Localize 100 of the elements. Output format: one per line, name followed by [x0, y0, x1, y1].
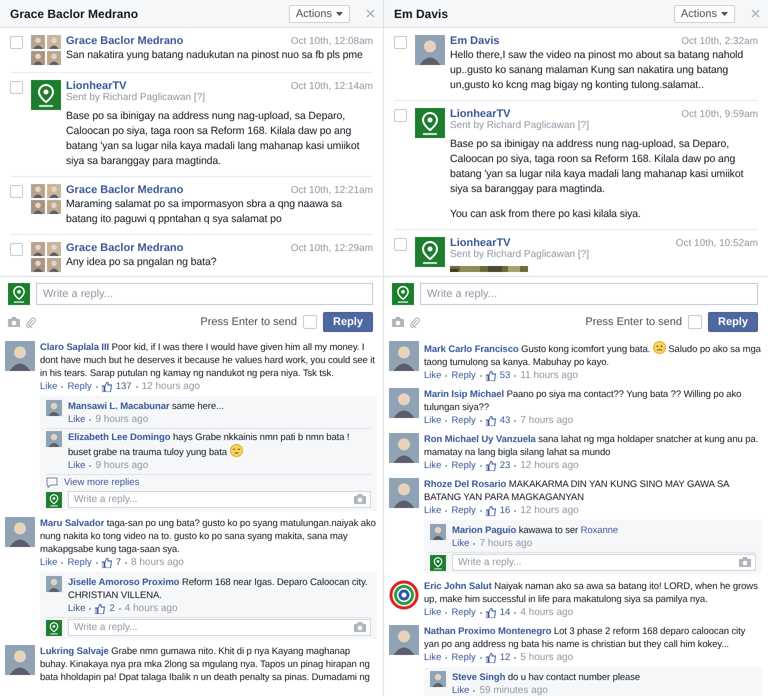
conversation-title: Grace Baclor Medrano: [10, 6, 140, 20]
avatar: [389, 580, 419, 610]
author-link[interactable]: Marion Paguio: [452, 525, 516, 536]
author-link[interactable]: Mansawi L. Macabunar: [68, 401, 170, 412]
actions-button[interactable]: Actions: [674, 4, 735, 22]
camera-icon[interactable]: [354, 494, 366, 504]
reply-input[interactable]: Write a reply...: [420, 283, 758, 305]
page-avatar: [430, 554, 446, 570]
author-link[interactable]: Rhoze Del Rosario: [424, 479, 506, 490]
like-count[interactable]: 43: [500, 414, 510, 427]
message-checkbox[interactable]: [394, 109, 407, 122]
message-checkbox[interactable]: [394, 36, 407, 49]
avatar: [389, 388, 419, 418]
mention-link[interactable]: Roxanne: [580, 525, 618, 536]
enter-to-send-checkbox[interactable]: [303, 315, 318, 329]
like-count[interactable]: 23: [500, 459, 510, 472]
author-link[interactable]: Maru Salvador: [40, 518, 104, 529]
paperclip-icon[interactable]: [410, 316, 420, 328]
sender-name[interactable]: LionhearTV: [66, 80, 127, 92]
reply-link[interactable]: Reply: [451, 369, 476, 382]
sender-name[interactable]: Em Davis: [450, 35, 500, 47]
like-link[interactable]: Like: [68, 459, 86, 472]
like-count[interactable]: 7: [116, 556, 122, 569]
sender-name[interactable]: Grace Baclor Medrano: [66, 35, 184, 47]
reply-link[interactable]: Reply: [451, 414, 476, 427]
like-link[interactable]: Like: [40, 380, 58, 393]
sender-name[interactable]: Grace Baclor Medrano: [66, 184, 184, 196]
like-link[interactable]: Like: [424, 606, 442, 619]
reply-link[interactable]: Reply: [67, 380, 92, 393]
message-checkbox[interactable]: [10, 243, 23, 256]
message-time: Oct 10th, 12:14am: [290, 81, 373, 92]
comment-time: 59 minutes ago: [479, 684, 548, 696]
like-link[interactable]: Like: [68, 602, 86, 615]
reply-field[interactable]: Write a reply...: [68, 619, 371, 636]
sender-name[interactable]: LionhearTV: [450, 108, 511, 120]
like-count[interactable]: 14: [500, 606, 510, 619]
reply-link[interactable]: Reply: [451, 651, 476, 664]
camera-icon[interactable]: [739, 557, 751, 567]
like-count[interactable]: 2: [109, 602, 115, 615]
camera-icon[interactable]: [8, 317, 20, 327]
message-checkbox[interactable]: [10, 185, 23, 198]
enter-to-send-checkbox[interactable]: [688, 315, 702, 329]
reply-field[interactable]: Write a reply...: [68, 491, 371, 508]
message-text: Base po sa ibinigay na address nung nag-upload, sa Deparo, Caloocan po siya, taga roon sa Reform 168. Kilala daw po ang batang 'yan sa lugar nila kaya madali lang mahanap kasi umiikot siya sa baranggay para magtinda.: [450, 137, 744, 197]
like-link[interactable]: Like: [424, 504, 442, 517]
send-hint: Press Enter to send: [200, 316, 298, 328]
like-count[interactable]: 12: [500, 651, 510, 664]
actions-button[interactable]: Actions: [288, 4, 350, 22]
message-text: You can ask from there po kasi kilala siya.: [450, 207, 642, 222]
message-time: Oct 10th, 10:52am: [676, 238, 758, 249]
author-link[interactable]: Claro Saplala III: [40, 342, 110, 353]
sender-name[interactable]: Grace Baclor Medrano: [66, 242, 184, 254]
author-link[interactable]: Elizabeth Lee Domingo: [68, 432, 170, 443]
avatar: [31, 35, 61, 65]
reply-button[interactable]: Reply: [323, 312, 373, 332]
like-link[interactable]: Like: [68, 413, 86, 426]
message-checkbox[interactable]: [10, 36, 23, 49]
reply-link[interactable]: Reply: [451, 504, 476, 517]
message-checkbox[interactable]: [10, 81, 23, 94]
close-icon[interactable]: [366, 9, 375, 18]
like-count[interactable]: 53: [500, 369, 510, 382]
like-link[interactable]: Like: [424, 651, 442, 664]
author-link[interactable]: Eric John Salut: [424, 581, 492, 592]
author-link[interactable]: Marin Isip Michael: [424, 389, 504, 400]
close-icon[interactable]: [751, 9, 760, 18]
sender-name[interactable]: LionhearTV: [450, 237, 511, 249]
author-link[interactable]: Mark Carlo Francisco: [424, 344, 519, 355]
comment-time: 12 hours ago: [142, 380, 200, 393]
like-link[interactable]: Like: [40, 556, 58, 569]
conversation-title: Em Davis: [394, 6, 450, 20]
like-link[interactable]: Like: [424, 459, 442, 472]
camera-icon[interactable]: [392, 317, 404, 327]
author-link[interactable]: Lukring Salvaje: [40, 646, 109, 657]
reply-input[interactable]: Write a reply...: [36, 283, 373, 305]
author-link[interactable]: Nathan Proximo Montenegro: [424, 626, 552, 637]
like-link[interactable]: Like: [452, 684, 470, 696]
reply-link[interactable]: Reply: [451, 459, 476, 472]
reply-link[interactable]: Reply: [451, 606, 476, 619]
camera-icon[interactable]: [354, 622, 366, 632]
author-link[interactable]: Ron Michael Uy Vanzuela: [424, 434, 536, 445]
author-link[interactable]: Steve Singh: [452, 672, 506, 683]
reply-button[interactable]: Reply: [708, 312, 758, 332]
reply-field[interactable]: Write a reply...: [452, 554, 756, 571]
like-count[interactable]: 137: [116, 380, 132, 393]
reply-link[interactable]: Reply: [67, 556, 92, 569]
view-more-replies-link[interactable]: View more replies: [64, 477, 140, 488]
unamused-emoji-icon: [230, 444, 243, 457]
like-link[interactable]: Like: [424, 369, 442, 382]
comment-text: Jiselle Amoroso Proximo Reform 168 near Igas. Deparo Caloocan city. CHRISTIAN VILLENA.: [68, 576, 369, 602]
comment-text: Mansawi L. Macabunar same here...: [68, 400, 225, 413]
message-checkbox[interactable]: [394, 238, 407, 251]
author-link[interactable]: Jiselle Amoroso Proximo: [68, 577, 180, 588]
paperclip-icon[interactable]: [26, 316, 36, 328]
like-count[interactable]: 16: [500, 504, 510, 517]
like-link[interactable]: Like: [424, 414, 442, 427]
comment-time: 8 hours ago: [131, 556, 184, 569]
thumbs-up-icon: [486, 608, 496, 618]
page-avatar: [46, 492, 62, 508]
like-link[interactable]: Like: [452, 537, 470, 550]
message-text: Any idea po sa pngalan ng bata?: [66, 255, 218, 270]
